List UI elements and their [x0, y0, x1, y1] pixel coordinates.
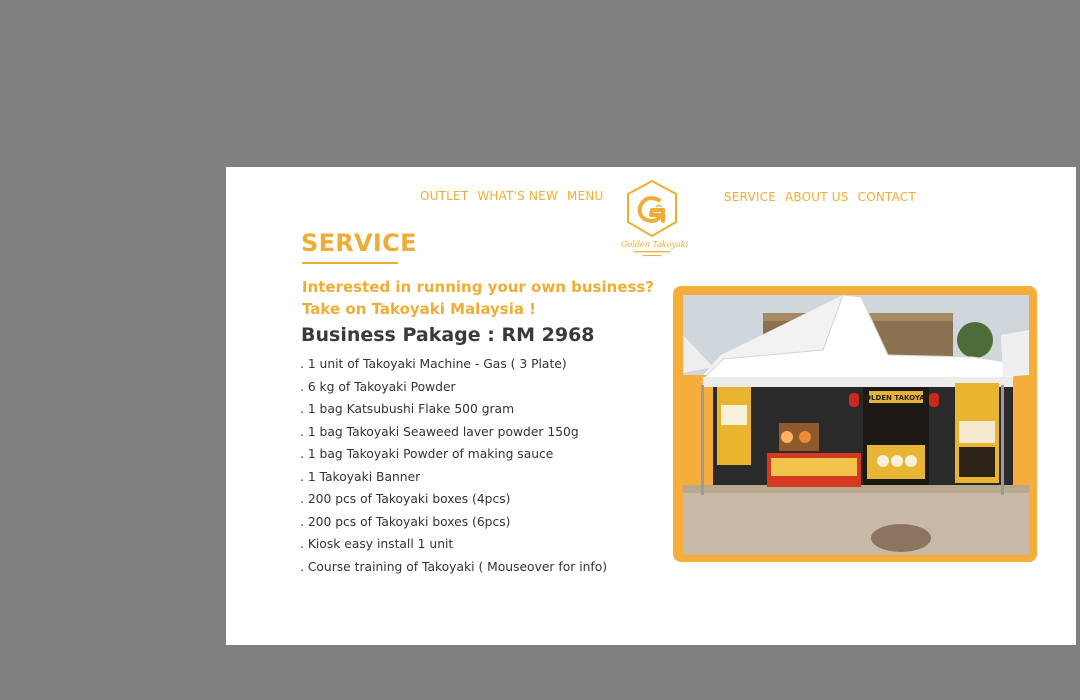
logo-tagline-decoration	[621, 250, 683, 261]
nav-whats-new[interactable]: WHAT'S NEW	[477, 189, 558, 203]
page-canvas: OUTLET WHAT'S NEW MENU Golden Takoyaki S…	[226, 167, 1076, 645]
service-heading: SERVICE	[301, 229, 417, 257]
tagline-line2: Take on Takoyaki Malaysia !	[302, 300, 537, 318]
package-item-training[interactable]: . Course training of Takoyaki ( Mouseove…	[300, 558, 607, 581]
package-item: . 1 Takoyaki Banner	[300, 469, 421, 484]
package-item: . 200 pcs of Takoyaki boxes (4pcs)	[300, 492, 511, 506]
nav-outlet[interactable]: OUTLET	[420, 189, 468, 203]
package-item: . 1 unit of Takoyaki Machine - Gas ( 3 P…	[300, 357, 567, 371]
package-item: . 200 pcs of Takoyaki boxes (6pcs)	[300, 514, 511, 529]
package-item: . Kiosk easy install 1 unit	[300, 537, 454, 551]
nav-left: OUTLET WHAT'S NEW MENU	[420, 189, 604, 203]
package-item: . 6 kg of Takoyaki Powder	[300, 379, 456, 394]
package-title: Business Pakage : RM 2968	[301, 324, 595, 346]
package-item: . 1 bag Takoyaki Seaweed laver powder 15…	[300, 424, 579, 439]
logo[interactable]: Golden Takoyaki	[621, 179, 689, 261]
nav-contact[interactable]: CONTACT	[858, 190, 916, 204]
kiosk-photo: GOLDEN TAKOYAKI	[683, 295, 1029, 555]
nav-about-us[interactable]: ABOUT US	[785, 190, 849, 204]
stall-sign-text: GOLDEN TAKOYAKI	[859, 394, 932, 402]
logo-name: Golden Takoyaki	[621, 240, 689, 249]
package-item: . 1 bag Katsubushi Flake 500 gram	[300, 402, 515, 416]
tagline-line1: Interested in running your own business?	[302, 278, 655, 296]
nav-service[interactable]: SERVICE	[724, 190, 776, 204]
nav-right: SERVICE ABOUT US CONTACT	[724, 190, 916, 204]
nav-menu[interactable]: MENU	[567, 189, 604, 203]
heading-underline	[302, 262, 398, 264]
package-item: . 1 bag Takoyaki Powder of making sauce	[300, 447, 554, 461]
kiosk-photo-frame: GOLDEN TAKOYAKI	[673, 286, 1037, 562]
logo-hexagon-icon	[627, 179, 677, 238]
package-items-list: . 1 unit of Takoyaki Machine - Gas ( 3 P…	[300, 355, 607, 580]
